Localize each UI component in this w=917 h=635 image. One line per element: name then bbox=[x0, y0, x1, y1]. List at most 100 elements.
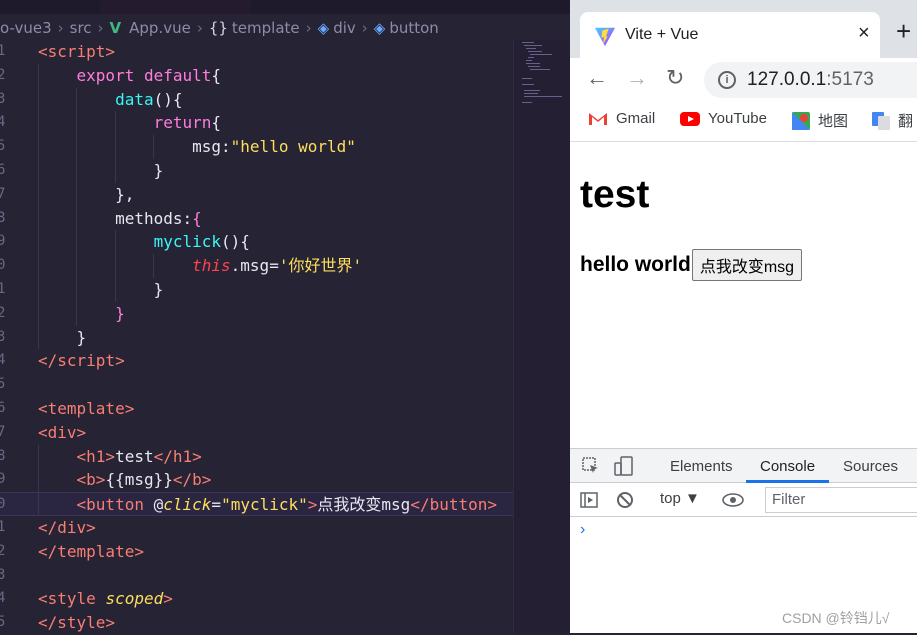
tab-sources[interactable]: Sources bbox=[843, 458, 898, 475]
line-number: 2 bbox=[0, 66, 6, 83]
line-number: 3 bbox=[0, 90, 6, 107]
page-content: test hello world 点我改变msg bbox=[570, 143, 917, 448]
code-text: }, bbox=[115, 184, 135, 204]
cube-icon: ◈ bbox=[317, 19, 330, 37]
breadcrumb-template[interactable]: template bbox=[232, 19, 300, 37]
devtools-panel: Elements Console Sources top ▼ Filter › … bbox=[570, 448, 917, 633]
code-line[interactable]: 9 <b>{{msg}}</b> bbox=[0, 468, 513, 493]
code-text: <style scoped> bbox=[38, 589, 173, 609]
code-line[interactable]: 7 }, bbox=[0, 182, 513, 207]
change-msg-button[interactable]: 点我改变msg bbox=[691, 249, 803, 281]
chevron-right-icon: › bbox=[196, 19, 203, 37]
inspect-element-icon[interactable] bbox=[582, 457, 600, 475]
eye-icon[interactable] bbox=[722, 492, 744, 508]
code-line[interactable]: 1 <script> bbox=[0, 40, 513, 64]
address-bar[interactable]: i 127.0.0.1:5173 bbox=[704, 62, 917, 98]
line-number: 0 bbox=[0, 496, 6, 513]
code-line[interactable]: 3 } bbox=[0, 325, 513, 350]
code-line[interactable]: 4 </script> bbox=[0, 349, 513, 373]
line-number: 5 bbox=[0, 614, 6, 631]
browser-tab-title: Vite + Vue bbox=[625, 26, 699, 43]
browser-tab-bar: Vite + Vue × + bbox=[570, 0, 917, 58]
code-line[interactable]: 3 data(){ bbox=[0, 87, 513, 112]
bookmarks-bar: Gmail YouTube 地图 翻 bbox=[570, 100, 917, 142]
line-number: 4 bbox=[0, 114, 6, 131]
code-line[interactable]: 6 <template> bbox=[0, 397, 513, 421]
forward-arrow-icon[interactable]: → bbox=[626, 66, 648, 90]
console-filter-input[interactable]: Filter bbox=[765, 487, 917, 513]
breadcrumb-project[interactable]: o-vue3 bbox=[0, 19, 52, 37]
code-line[interactable]: 8 methods:{ bbox=[0, 206, 513, 231]
line-number: 8 bbox=[0, 209, 6, 226]
devtools-tab-bar: Elements Console Sources bbox=[570, 449, 917, 483]
bookmark-youtube[interactable]: YouTube bbox=[680, 110, 767, 127]
sidebar-toggle-icon[interactable] bbox=[580, 491, 598, 509]
vite-logo-icon bbox=[594, 27, 616, 47]
line-number: 1 bbox=[0, 518, 6, 535]
chevron-right-icon: › bbox=[57, 19, 64, 37]
line-number: 6 bbox=[0, 161, 6, 178]
code-text: } bbox=[115, 303, 125, 323]
breadcrumb: o-vue3 › src › V App.vue › {} template ›… bbox=[0, 14, 570, 42]
bookmark-maps[interactable]: 地图 bbox=[792, 110, 848, 131]
code-line[interactable]: 3 bbox=[0, 564, 513, 588]
browser-window: Vite + Vue × + ← → ↻ i 127.0.0.1:5173 Gm… bbox=[570, 0, 917, 633]
breadcrumb-button[interactable]: button bbox=[389, 19, 438, 37]
device-toolbar-icon[interactable] bbox=[614, 456, 634, 476]
site-info-icon[interactable]: i bbox=[718, 71, 736, 89]
reload-icon[interactable]: ↻ bbox=[666, 66, 684, 90]
code-text: msg:"hello world" bbox=[192, 137, 356, 157]
code-line[interactable]: 2 } bbox=[0, 301, 513, 326]
code-line[interactable]: 8 <h1>test</h1> bbox=[0, 444, 513, 469]
code-text: <button @click="myclick">点我改变msg</button… bbox=[76, 495, 498, 515]
code-line[interactable]: 5 bbox=[0, 373, 513, 397]
code-line[interactable]: 6 } bbox=[0, 158, 513, 183]
breadcrumb-file[interactable]: App.vue bbox=[129, 19, 191, 37]
code-line[interactable]: 2 </template> bbox=[0, 540, 513, 564]
code-line[interactable]: 0 <button @click="myclick">点我改变msg</butt… bbox=[0, 492, 513, 516]
code-line[interactable]: 5 msg:"hello world" bbox=[0, 135, 513, 159]
code-line[interactable]: 0 this.msg='你好世界' bbox=[0, 254, 513, 278]
browser-tab[interactable]: Vite + Vue × bbox=[580, 12, 880, 58]
line-number: 8 bbox=[0, 447, 6, 464]
minimap[interactable] bbox=[513, 40, 570, 633]
clear-console-icon[interactable] bbox=[616, 491, 634, 509]
line-number: 6 bbox=[0, 399, 6, 416]
bookmark-gmail[interactable]: Gmail bbox=[588, 110, 655, 127]
console-prompt[interactable]: › bbox=[580, 521, 585, 539]
console-toolbar: top ▼ Filter bbox=[570, 483, 917, 517]
code-line[interactable]: 7 <div> bbox=[0, 421, 513, 445]
line-number: 1 bbox=[0, 280, 6, 297]
back-arrow-icon[interactable]: ← bbox=[586, 66, 608, 90]
line-number: 9 bbox=[0, 233, 6, 250]
code-text: <b>{{msg}}</b> bbox=[76, 470, 212, 490]
url-text[interactable]: 127.0.0.1:5173 bbox=[747, 69, 874, 91]
breadcrumb-div[interactable]: div bbox=[333, 19, 356, 37]
gmail-icon bbox=[589, 113, 607, 125]
tab-elements[interactable]: Elements bbox=[670, 458, 733, 475]
code-line[interactable]: 9 myclick(){ bbox=[0, 230, 513, 255]
code-text: </style> bbox=[38, 613, 116, 633]
code-line[interactable]: 1 </div> bbox=[0, 516, 513, 540]
bookmark-translate[interactable]: 翻 bbox=[872, 110, 913, 131]
tab-console[interactable]: Console bbox=[760, 458, 815, 475]
code-editor[interactable]: o-vue3 › src › V App.vue › {} template ›… bbox=[0, 0, 570, 633]
breadcrumb-src[interactable]: src bbox=[70, 19, 92, 37]
new-tab-icon[interactable]: + bbox=[896, 18, 911, 44]
code-area[interactable]: 1 <script> 2 export default{3 data(){4 ret… bbox=[0, 40, 513, 635]
cube-icon: ◈ bbox=[373, 19, 386, 37]
code-text: <script> bbox=[38, 42, 116, 61]
code-line[interactable]: 2 export default{ bbox=[0, 63, 513, 88]
line-number: 3 bbox=[0, 328, 6, 345]
close-icon[interactable]: × bbox=[858, 22, 870, 45]
code-line[interactable]: 5 </style> bbox=[0, 611, 513, 635]
code-line[interactable]: 4 return{ bbox=[0, 111, 513, 136]
browser-toolbar: ← → ↻ i 127.0.0.1:5173 bbox=[570, 58, 917, 100]
code-line[interactable]: 1 } bbox=[0, 277, 513, 302]
line-number: 0 bbox=[0, 257, 6, 274]
code-line[interactable]: 4 <style scoped> bbox=[0, 587, 513, 611]
editor-tab-active[interactable] bbox=[100, 0, 250, 14]
code-text: <div> bbox=[38, 422, 87, 442]
context-selector[interactable]: top ▼ bbox=[660, 490, 700, 507]
vue-logo-icon: V bbox=[109, 19, 122, 37]
